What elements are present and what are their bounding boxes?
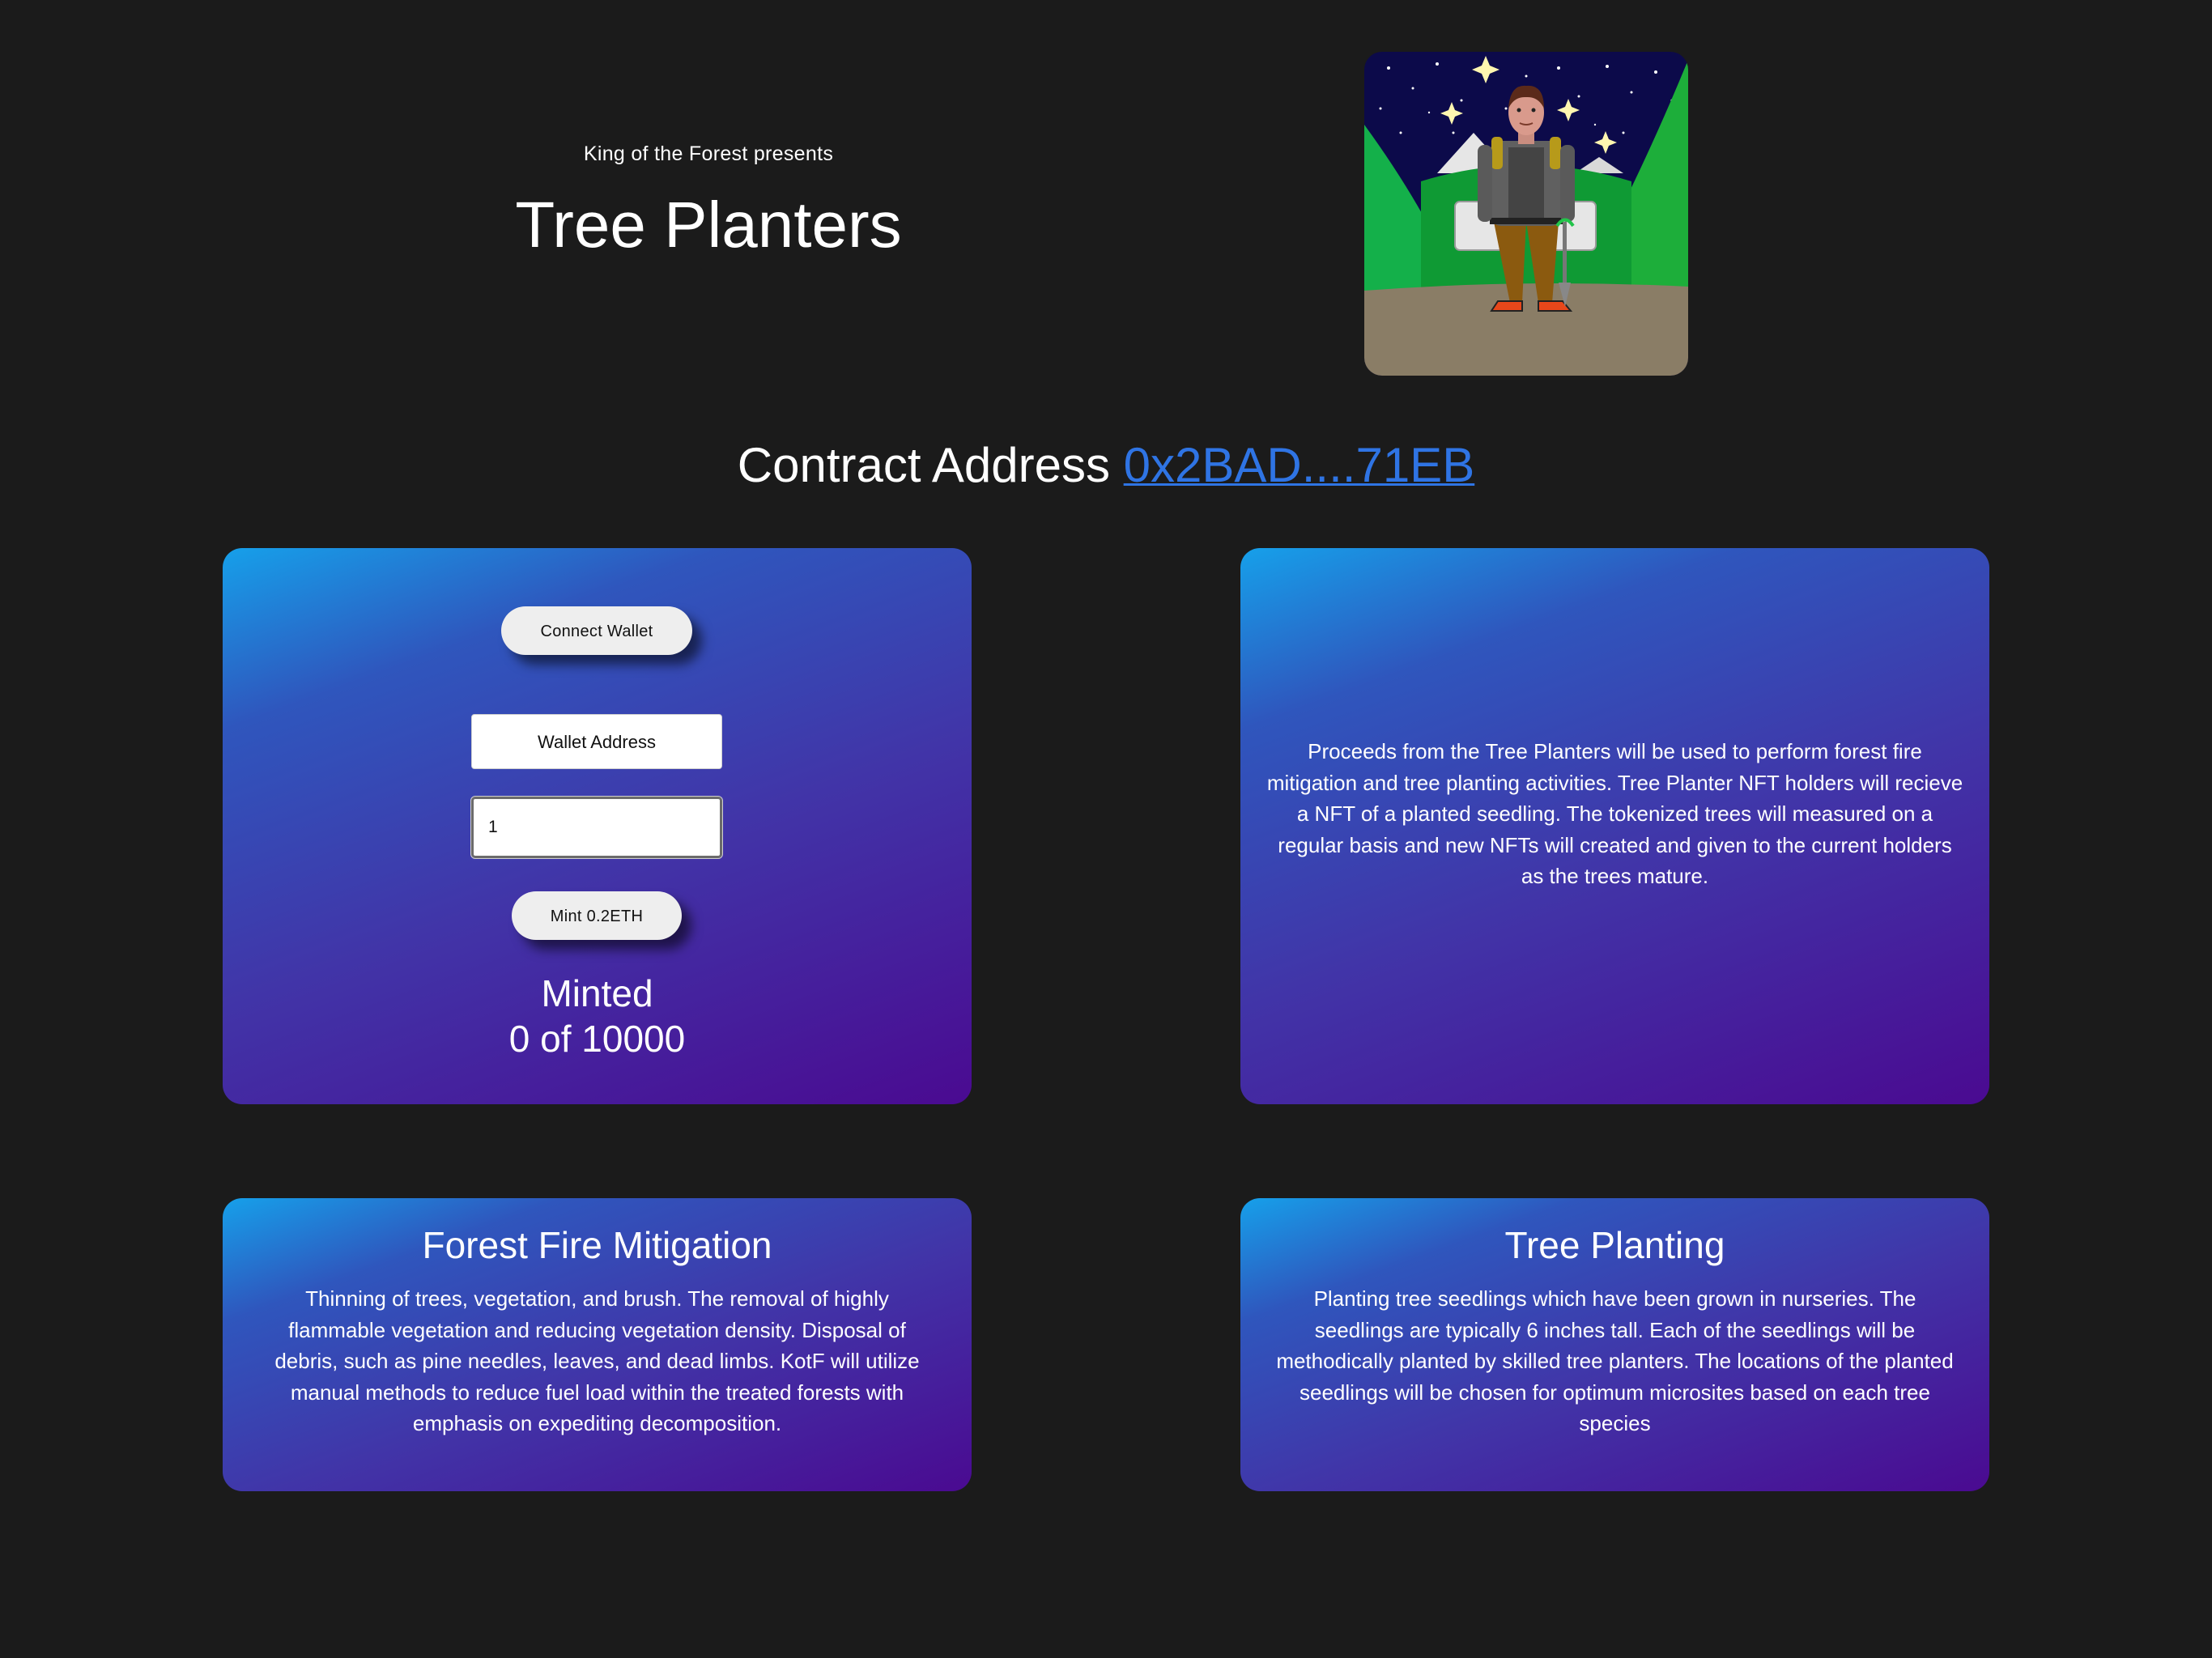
project-description: Proceeds from the Tree Planters will be … <box>1266 739 1963 888</box>
contract-address-line: Contract Address 0x2BAD....71EB <box>0 429 2212 502</box>
nft-preview-image <box>1364 52 1688 376</box>
mint-panel: Connect Wallet Wallet Address Mint 0.2ET… <box>223 548 972 1104</box>
wallet-address-field: Wallet Address <box>471 714 722 769</box>
contract-address-label: Contract Address <box>737 438 1110 492</box>
tree-planting-description: Planting tree seedlings which have been … <box>1276 1286 1954 1435</box>
presents-subtitle: King of the Forest presents <box>583 142 834 165</box>
mint-button[interactable]: Mint 0.2ETH <box>512 891 682 940</box>
fire-mitigation-panel: Forest Fire Mitigation Thinning of trees… <box>223 1198 972 1491</box>
contract-address-link[interactable]: 0x2BAD....71EB <box>1124 438 1475 492</box>
tree-planting-title: Tree Planting <box>1504 1224 1725 1266</box>
mint-quantity-input[interactable] <box>470 796 723 859</box>
minted-counter: Minted 0 of 10000 <box>223 971 972 1061</box>
fire-mitigation-title: Forest Fire Mitigation <box>422 1224 772 1266</box>
fire-mitigation-description: Thinning of trees, vegetation, and brush… <box>274 1286 920 1435</box>
minted-count: 0 of 10000 <box>508 1018 686 1060</box>
page-header: King of the Forest presents Tree Planter… <box>0 0 2212 389</box>
minted-label: Minted <box>541 972 653 1014</box>
page-title: Tree Planters <box>515 189 902 261</box>
tree-planting-panel: Tree Planting Planting tree seedlings wh… <box>1240 1198 1989 1491</box>
project-info-panel: Proceeds from the Tree Planters will be … <box>1240 548 1989 1104</box>
connect-wallet-button[interactable]: Connect Wallet <box>501 606 692 655</box>
